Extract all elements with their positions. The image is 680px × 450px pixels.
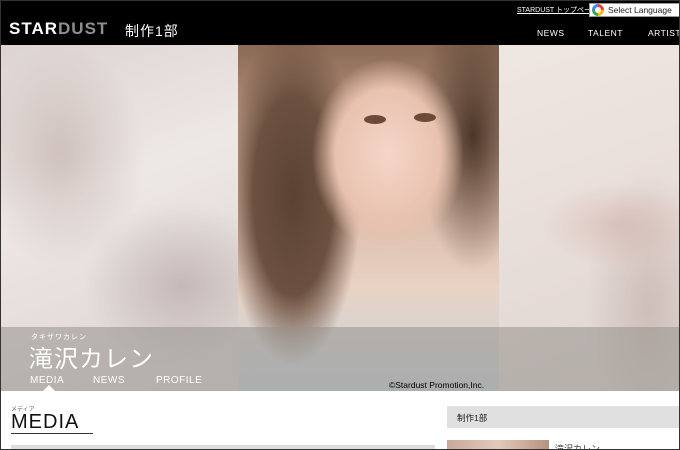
copyright-text: ©Stardust Promotion,Inc.	[389, 380, 485, 390]
tab-profile[interactable]: PROFILE	[156, 375, 202, 386]
page-frame: STAR DUST 制作1部 STARDUST トップページ Select La…	[0, 0, 680, 450]
talent-name: 滝沢カレン	[29, 346, 154, 373]
nav-talent[interactable]: TALENT	[588, 28, 623, 38]
nav-news[interactable]: NEWS	[537, 28, 565, 38]
language-selector-label: Select Language	[608, 5, 672, 15]
portrait-eye	[414, 113, 436, 122]
language-selector[interactable]: Select Language	[589, 3, 679, 17]
tab-news[interactable]: NEWS	[93, 375, 125, 386]
sidebar-heading-label: 制作1部	[457, 413, 488, 423]
title-underline	[11, 433, 93, 434]
stardust-logo[interactable]: STAR DUST	[9, 19, 108, 39]
section-title: 制作1部	[125, 23, 179, 39]
sidebar-talent-thumbnail[interactable]	[447, 440, 549, 449]
media-list-header	[11, 445, 435, 449]
active-tab-indicator	[43, 385, 55, 391]
logo-star-text: STAR	[9, 19, 59, 38]
portrait-eye	[364, 115, 386, 124]
page-title: MEDIA	[11, 411, 80, 433]
stardust-top-link[interactable]: STARDUST トップページ	[517, 5, 598, 15]
logo-dust-text: DUST	[58, 19, 109, 38]
sidebar-talent-name[interactable]: 滝沢カレン	[555, 442, 600, 449]
sidebar-heading: 制作1部	[447, 406, 679, 428]
site-header: STAR DUST 制作1部 STARDUST トップページ Select La…	[1, 1, 679, 45]
hero-banner: タキザワカレン 滝沢カレン MEDIA NEWS PROFILE ©Stardu…	[1, 45, 679, 391]
google-icon	[592, 4, 604, 16]
nav-artist[interactable]: ARTIST	[648, 28, 679, 38]
